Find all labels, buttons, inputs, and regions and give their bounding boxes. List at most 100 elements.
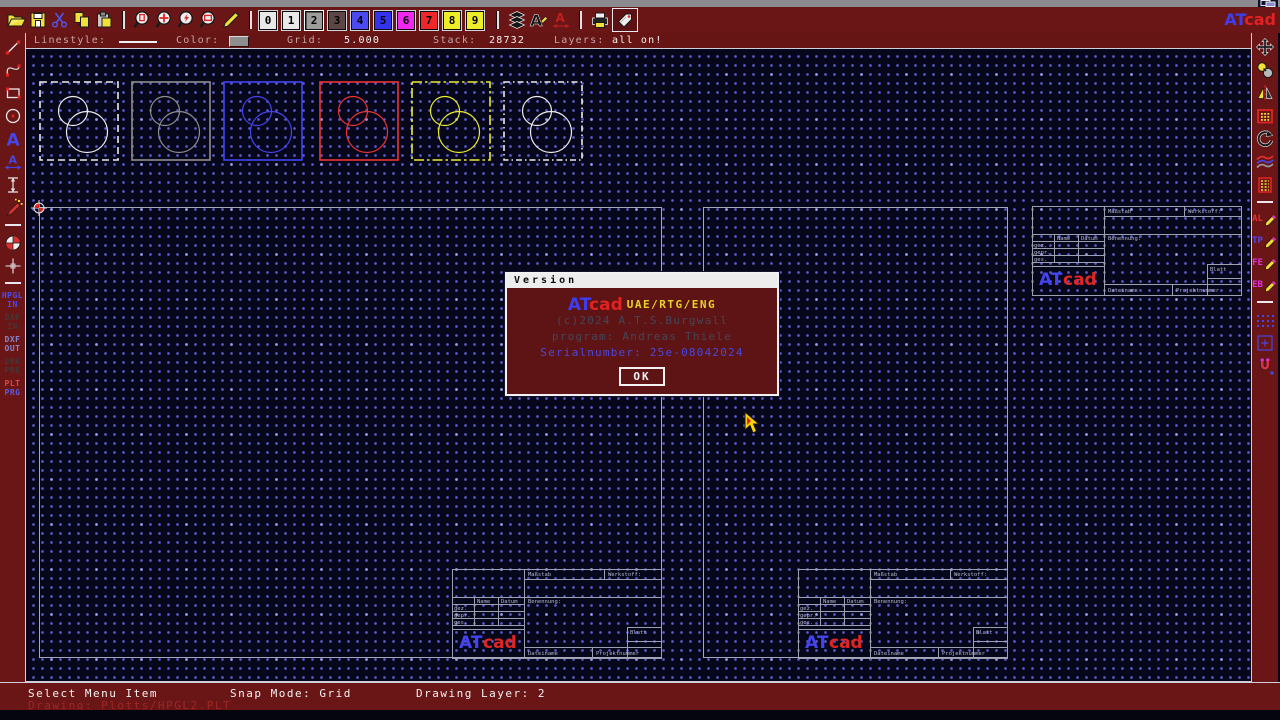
move-icon[interactable]: [1255, 36, 1276, 57]
atcad-app: { "titlebar": {"window_icon": "windows-r…: [0, 0, 1280, 720]
layer-button-0[interactable]: 0: [259, 11, 277, 30]
grid-value: 5.000: [344, 35, 380, 46]
crosshair-icon[interactable]: [2, 255, 23, 276]
ok-button[interactable]: OK: [619, 367, 664, 386]
dialog-copyright: (c)2024 A.T.S.Burgwall: [507, 314, 777, 330]
svg-text:cad: cad: [829, 633, 863, 653]
linestyle-sample[interactable]: [119, 41, 157, 43]
svg-text:Benennung:: Benennung:: [874, 599, 907, 605]
text-dimension-icon[interactable]: A: [551, 10, 571, 30]
dimension-vertical-icon[interactable]: [2, 174, 23, 195]
dialog-logo-cad: cad: [589, 295, 623, 315]
sidebar-button-dxf-out[interactable]: DXFOUT: [5, 335, 21, 353]
layer-button-3[interactable]: 3: [328, 11, 346, 30]
svg-text:gepr.: gepr.: [800, 613, 817, 619]
dialog-program: program: Andreas Thiele: [507, 330, 777, 346]
title-block-left: MaßstabWerkstoff:NameDatumgez.gepr.ges.B…: [452, 569, 662, 663]
layer-color-buttons: 0123456789: [259, 11, 489, 30]
text-edit-icon[interactable]: A: [529, 10, 549, 30]
duplicate-icon[interactable]: [1255, 59, 1276, 80]
circle-icon[interactable]: [2, 105, 23, 126]
text-width-icon[interactable]: A: [2, 151, 23, 172]
save-icon[interactable]: [28, 10, 48, 30]
svg-text:Blatt: Blatt: [976, 630, 993, 636]
hatch-icon[interactable]: [1255, 174, 1276, 195]
version-dialog: Version ATcadUAE/RTG/ENG (c)2024 A.T.S.B…: [505, 272, 779, 396]
layer-button-9[interactable]: 9: [466, 11, 484, 30]
svg-text:Maßstab: Maßstab: [1108, 209, 1131, 215]
layers-icon[interactable]: [507, 10, 527, 30]
pen-button-tp[interactable]: TP: [1252, 234, 1278, 248]
divider: [5, 224, 21, 226]
zoom-document-icon[interactable]: [133, 10, 153, 30]
sidebar-button-plt-prg[interactable]: PLTPRG: [5, 379, 21, 397]
layer-button-5[interactable]: 5: [374, 11, 392, 30]
toolbar-divider: [122, 11, 125, 29]
layer-button-1[interactable]: 1: [282, 11, 300, 30]
svg-text:Dateiname: Dateiname: [874, 651, 904, 657]
open-folder-icon[interactable]: [6, 10, 26, 30]
quadrant-circle-icon[interactable]: [2, 232, 23, 253]
linestyles-icon[interactable]: [1255, 151, 1276, 172]
line-icon[interactable]: [2, 36, 23, 57]
zoom-window-icon[interactable]: [1255, 332, 1276, 353]
sidebar-button-hpgl-in[interactable]: HPGLIN: [2, 291, 23, 309]
select-region-icon[interactable]: [1255, 105, 1276, 126]
pattern-square-5: [411, 81, 491, 161]
freehand-icon[interactable]: [2, 197, 23, 218]
file-icon-group: [5, 10, 115, 30]
title-block-floating: MaßstabWerkstoff:NameDatumgez.gepr.ges.B…: [1032, 206, 1242, 300]
svg-text:A: A: [6, 130, 20, 149]
status-bar-bottom: Select Menu Item Snap Mode: Grid Drawing…: [0, 682, 1280, 710]
svg-text:Datum: Datum: [501, 599, 518, 605]
layer-button-4[interactable]: 4: [351, 11, 369, 30]
drawing-layer: Drawing Layer: 2: [416, 687, 546, 700]
print-icon[interactable]: [590, 10, 610, 30]
pattern-square-3: [223, 81, 303, 161]
magnet-icon[interactable]: [1255, 355, 1276, 376]
cut-icon[interactable]: [50, 10, 70, 30]
zoom-crosshair-icon[interactable]: [155, 10, 175, 30]
svg-text:Blatt: Blatt: [630, 630, 647, 636]
layer-button-7[interactable]: 7: [420, 11, 438, 30]
color-swatch[interactable]: [229, 36, 249, 47]
layer-button-8[interactable]: 8: [443, 11, 461, 30]
copy-icon[interactable]: [72, 10, 92, 30]
svg-text:Dateiname: Dateiname: [528, 651, 558, 657]
pencil-icon[interactable]: [221, 10, 241, 30]
pen-button-label: EB: [1252, 280, 1263, 290]
zoom-flash-icon[interactable]: [177, 10, 197, 30]
tag-selected-box[interactable]: [612, 8, 638, 32]
layer-button-2[interactable]: 2: [305, 11, 323, 30]
mirror-icon[interactable]: [1255, 82, 1276, 103]
linestyle-label: Linestyle:: [34, 35, 106, 46]
grid-icon[interactable]: [1255, 309, 1276, 330]
tag-icon[interactable]: [615, 10, 635, 30]
paste-icon[interactable]: [94, 10, 114, 30]
curve-icon[interactable]: [2, 59, 23, 80]
pen-button-label: TP: [1252, 236, 1263, 246]
button-label: DRK: [5, 357, 21, 366]
color-label: Color:: [176, 35, 219, 46]
text-icon[interactable]: A: [2, 128, 23, 149]
pen-button-fe[interactable]: FE: [1252, 256, 1278, 270]
pen-button-al[interactable]: AL: [1252, 212, 1278, 226]
pen-mini-icon: [1264, 278, 1278, 292]
sidebar-button-drk-prg[interactable]: DRKPRG: [5, 357, 21, 375]
sidebar-button-dxf-in[interactable]: DXFIN: [5, 313, 21, 331]
dialog-titlebar[interactable]: Version: [507, 274, 777, 288]
svg-text:Projektnummer: Projektnummer: [596, 651, 640, 657]
svg-text:Dateiname: Dateiname: [1108, 288, 1138, 294]
zoom-rectangle-icon[interactable]: [199, 10, 219, 30]
svg-text:Projektnummer: Projektnummer: [1176, 288, 1220, 294]
svg-text:gez.: gez.: [800, 606, 813, 612]
svg-text:gepr.: gepr.: [1034, 250, 1051, 256]
svg-text:Benennung:: Benennung:: [528, 599, 561, 605]
rotate-icon[interactable]: [1255, 128, 1276, 149]
svg-text:cad: cad: [483, 633, 517, 653]
pen-button-eb[interactable]: EB: [1252, 278, 1278, 292]
svg-text:A: A: [556, 11, 566, 25]
svg-text:Werkstoff:: Werkstoff:: [954, 572, 987, 578]
layer-button-6[interactable]: 6: [397, 11, 415, 30]
rectangle-icon[interactable]: [2, 82, 23, 103]
